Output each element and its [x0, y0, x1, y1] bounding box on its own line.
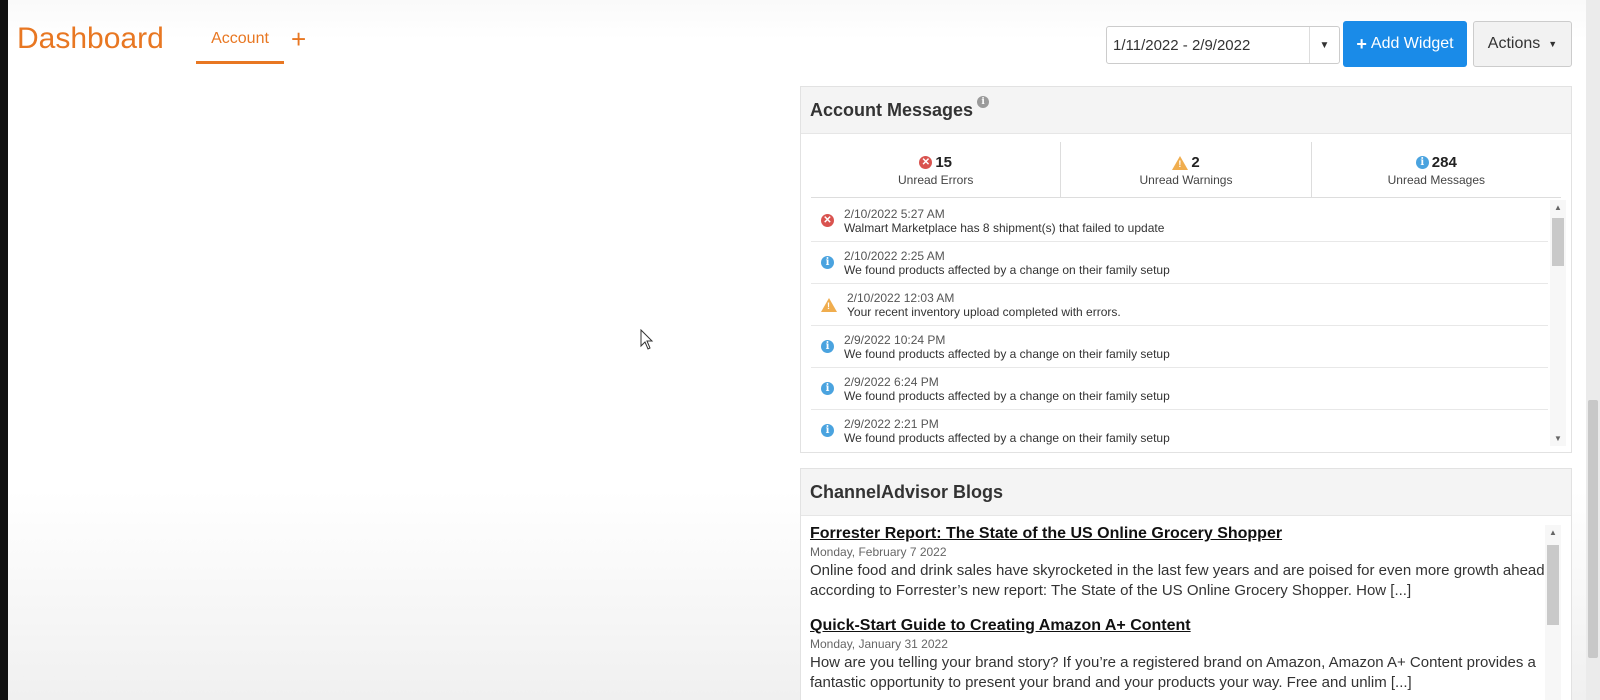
- stat-unread-warnings[interactable]: ! 2 Unread Warnings: [1061, 142, 1312, 197]
- message-row[interactable]: ✕ 2/10/2022 5:27 AM Walmart Marketplace h…: [811, 200, 1548, 242]
- message-date: 2/10/2022 2:25 AM: [844, 248, 945, 263]
- plus-icon: +: [1356, 33, 1367, 54]
- blogs-header: ChannelAdvisor Blogs: [801, 469, 1571, 516]
- message-text: We found products affected by a change o…: [844, 388, 1170, 403]
- window-edge: [0, 0, 8, 700]
- warning-icon: !: [1172, 155, 1189, 170]
- stat-count: 15: [935, 154, 952, 171]
- message-date: 2/9/2022 10:24 PM: [844, 332, 946, 347]
- blog-post: Quick-Start Guide to Creating Amazon A+ …: [810, 617, 1550, 693]
- blog-post-date: Monday, February 7 2022: [810, 545, 947, 559]
- message-text: We found products affected by a change o…: [844, 430, 1170, 445]
- blogs-title: ChannelAdvisor Blogs: [810, 481, 1004, 502]
- blog-post-excerpt: How are you telling your brand story? If…: [810, 654, 1536, 691]
- stat-label: Unread Messages: [1387, 173, 1486, 187]
- message-row[interactable]: i 2/10/2022 2:25 AM We found products aff…: [811, 242, 1548, 284]
- add-widget-button[interactable]: + Add Widget: [1343, 21, 1467, 67]
- message-stats: ✕ 15 Unread Errors ! 2 Unread Warnings i 28…: [811, 142, 1561, 198]
- message-date: 2/10/2022 5:27 AM: [844, 206, 945, 221]
- info-icon: i: [821, 340, 834, 353]
- actions-button[interactable]: Actions ▼: [1473, 21, 1572, 67]
- message-row[interactable]: ! 2/10/2022 12:03 AM Your recent inventor…: [811, 284, 1548, 326]
- message-text: Your recent inventory upload completed w…: [847, 304, 1121, 319]
- scroll-up-icon[interactable]: ▲: [1550, 203, 1566, 212]
- info-icon: i: [821, 256, 834, 269]
- message-row[interactable]: i 2/9/2022 6:24 PM We found products affe…: [811, 368, 1548, 410]
- stat-label: Unread Errors: [897, 173, 974, 187]
- error-icon: ✕: [821, 214, 834, 227]
- scroll-up-icon[interactable]: ▲: [1545, 528, 1561, 537]
- add-tab-button[interactable]: +: [291, 24, 306, 55]
- caret-down-icon: ▼: [1548, 39, 1558, 49]
- info-icon[interactable]: i: [977, 96, 990, 108]
- tab-account[interactable]: Account: [196, 30, 284, 64]
- blog-post-title-link[interactable]: Quick-Start Guide to Creating Amazon A+ …: [810, 617, 1550, 635]
- blog-post: Forrester Report: The State of the US On…: [810, 525, 1550, 601]
- caret-down-icon[interactable]: ▼: [1309, 27, 1339, 63]
- stat-label: Unread Warnings: [1139, 173, 1233, 187]
- stat-unread-errors[interactable]: ✕ 15 Unread Errors: [811, 142, 1062, 197]
- account-messages-title: Account Messages: [810, 99, 974, 120]
- account-messages-header: Account Messages i: [801, 87, 1571, 134]
- actions-label: Actions: [1487, 35, 1541, 52]
- blog-list-scrollbar[interactable]: ▲: [1545, 525, 1561, 700]
- blog-post-excerpt: Online food and drink sales have skyrock…: [810, 562, 1549, 599]
- message-date: 2/9/2022 2:21 PM: [844, 416, 939, 431]
- message-date: 2/9/2022 6:24 PM: [844, 374, 939, 389]
- stat-unread-messages[interactable]: i 284 Unread Messages: [1312, 142, 1561, 197]
- info-icon: i: [821, 382, 834, 395]
- scroll-down-icon[interactable]: ▼: [1550, 434, 1566, 443]
- warning-icon: !: [821, 297, 837, 312]
- blogs-panel: ChannelAdvisor Blogs Forrester Report: T…: [800, 468, 1572, 700]
- date-range-value: 1/11/2022 - 2/9/2022: [1113, 36, 1251, 54]
- info-icon: i: [821, 424, 834, 437]
- blog-post-date: Monday, January 31 2022: [810, 637, 948, 651]
- stat-count: 284: [1431, 154, 1457, 171]
- message-row[interactable]: i 2/9/2022 10:24 PM We found products aff…: [811, 326, 1548, 368]
- date-range-select[interactable]: 1/11/2022 - 2/9/2022 ▼: [1106, 26, 1340, 64]
- scrollbar-thumb[interactable]: [1552, 218, 1564, 266]
- message-text: We found products affected by a change o…: [844, 262, 1170, 277]
- add-widget-label: Add Widget: [1370, 35, 1454, 52]
- stat-count: 2: [1191, 154, 1200, 171]
- message-list: ✕ 2/10/2022 5:27 AM Walmart Marketplace h…: [811, 200, 1566, 446]
- page-scrollbar[interactable]: [1586, 0, 1600, 700]
- info-icon: i: [1415, 156, 1429, 169]
- message-text: We found products affected by a change o…: [844, 346, 1170, 361]
- message-text: Walmart Marketplace has 8 shipment(s) th…: [844, 220, 1165, 235]
- message-row[interactable]: i 2/9/2022 2:21 PM We found products affe…: [811, 410, 1548, 446]
- page-title: Dashboard: [17, 22, 164, 55]
- message-date: 2/10/2022 12:03 AM: [847, 290, 955, 305]
- account-messages-panel: Account Messages i ✕ 15 Unread Errors ! 2 …: [800, 86, 1572, 453]
- error-icon: ✕: [919, 156, 933, 169]
- blog-post-title-link[interactable]: Forrester Report: The State of the US On…: [810, 525, 1550, 543]
- blog-list: Forrester Report: The State of the US On…: [810, 525, 1550, 700]
- mouse-cursor-icon: [640, 329, 654, 350]
- page-scrollbar-thumb[interactable]: [1588, 400, 1598, 658]
- message-list-scrollbar[interactable]: ▲ ▼: [1550, 200, 1566, 446]
- scrollbar-thumb[interactable]: [1547, 545, 1559, 625]
